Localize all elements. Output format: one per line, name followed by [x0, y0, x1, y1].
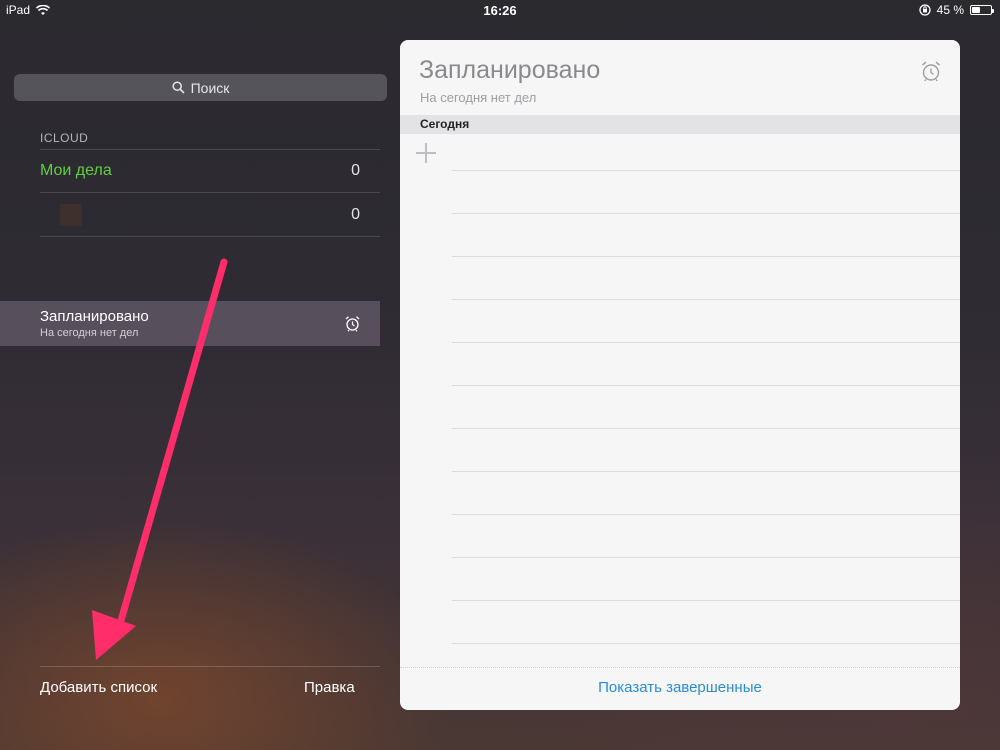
list-item[interactable] [452, 170, 960, 171]
plus-icon[interactable] [416, 143, 436, 163]
list-item[interactable] [452, 643, 960, 644]
section-today-label: Сегодня [420, 117, 470, 131]
section-today: Сегодня [400, 115, 960, 134]
list-item[interactable] [452, 428, 960, 429]
footer-divider [400, 667, 960, 668]
list-item[interactable] [452, 213, 960, 214]
page-subtitle: На сегодня нет дел [420, 90, 537, 105]
battery-fill [972, 7, 980, 13]
list-item[interactable] [452, 471, 960, 472]
rotation-lock-icon [918, 4, 931, 16]
list-item[interactable] [452, 342, 960, 343]
list-item[interactable] [452, 600, 960, 601]
scheduled-card: Запланировано На сегодня нет дел Сегодня… [400, 40, 960, 710]
list-item[interactable] [452, 256, 960, 257]
alarm-clock-icon [922, 61, 940, 82]
page-title: Запланировано [419, 56, 601, 84]
annotation-arrow [92, 258, 228, 660]
show-completed-button[interactable]: Показать завершенные [400, 679, 960, 696]
list-item[interactable] [452, 557, 960, 558]
battery-percent: 45 % [936, 3, 964, 17]
list-item[interactable] [452, 299, 960, 300]
status-right: 45 % [918, 3, 994, 17]
list-item[interactable] [452, 514, 960, 515]
battery-icon [970, 5, 994, 15]
list-item[interactable] [452, 385, 960, 386]
